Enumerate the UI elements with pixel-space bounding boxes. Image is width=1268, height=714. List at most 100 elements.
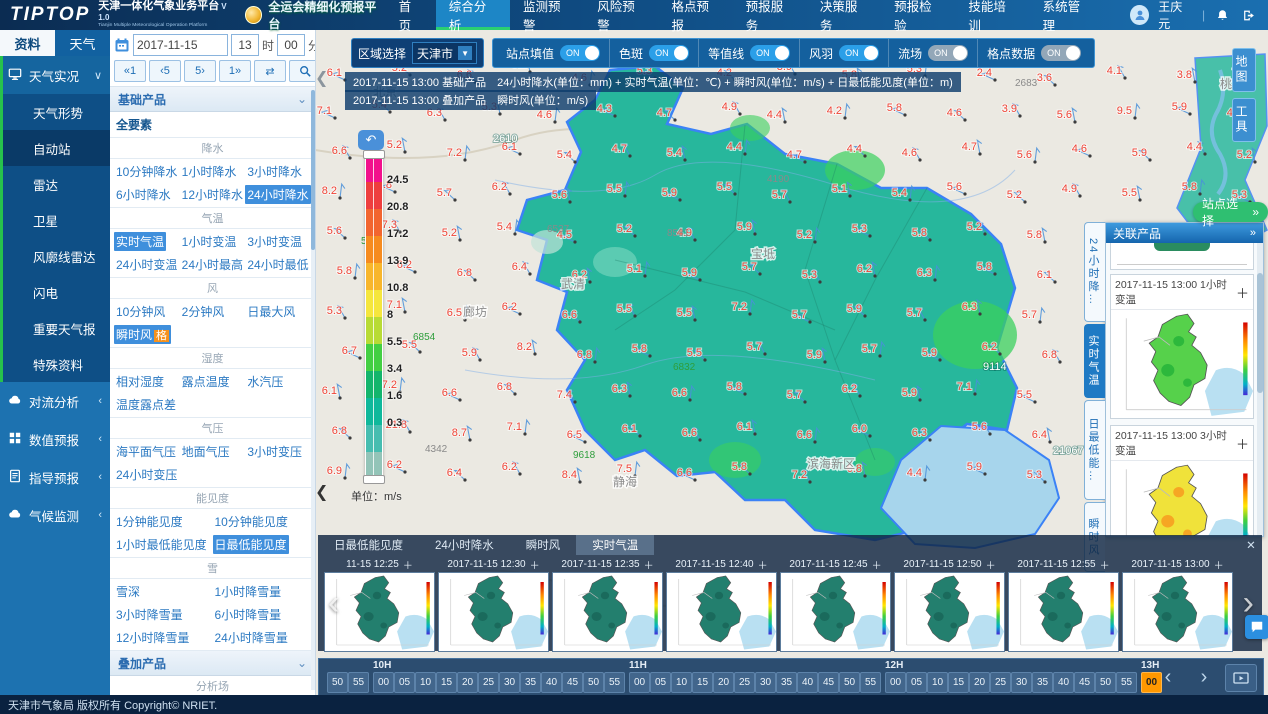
sidebar-group-row-指导预报[interactable]: 指导预报 ‹: [0, 458, 110, 496]
time-cell-33[interactable]: 35: [1032, 672, 1053, 693]
related-card[interactable]: 2017-11-15 13:00 3小时变温 ＋: [1110, 425, 1254, 536]
sidebar-item-雷达[interactable]: 雷达: [3, 166, 110, 202]
time-cell-17[interactable]: 15: [692, 672, 713, 693]
time-cell-4[interactable]: 10: [415, 672, 436, 693]
toggle-switch-流场[interactable]: ON: [928, 45, 968, 61]
product-item-24小时变压[interactable]: 24小时变压: [114, 465, 179, 484]
thumbnail-tab-24小时降水[interactable]: 24小时降水: [419, 535, 510, 555]
time-cell-23[interactable]: 45: [818, 672, 839, 693]
sidebar-item-特殊资料[interactable]: 特殊资料: [3, 346, 110, 382]
product-item-24小时最低[interactable]: 24小时最低: [245, 255, 310, 274]
strip-prev-arrow[interactable]: ‹: [328, 573, 339, 633]
timeline-thumbnail[interactable]: 2017-11-15 12:50＋: [894, 557, 1005, 652]
product-item-瞬时风[interactable]: 瞬时风格: [114, 325, 171, 344]
element-tab-实时气温[interactable]: 实时气温: [1084, 324, 1105, 398]
nav-item-首页[interactable]: 首页: [386, 0, 436, 30]
sidebar-item-重要天气报[interactable]: 重要天气报: [3, 310, 110, 346]
product-item-1小时降水[interactable]: 1小时降水: [180, 162, 239, 181]
time-cell-2[interactable]: 00: [373, 672, 394, 693]
close-icon[interactable]: ✕: [1240, 535, 1262, 555]
time-step-«1[interactable]: «1: [114, 60, 146, 82]
time-cell-26[interactable]: 00: [885, 672, 906, 693]
calendar-icon[interactable]: [114, 36, 130, 54]
sidebar-item-天气形势[interactable]: 天气形势: [3, 94, 110, 130]
panel-collapse-arrow-bottom[interactable]: ❮: [315, 482, 328, 502]
add-icon[interactable]: ＋: [986, 557, 996, 572]
product-item-3小时降水[interactable]: 3小时降水: [245, 162, 304, 181]
time-cell-27[interactable]: 05: [906, 672, 927, 693]
map-corner-button-工具[interactable]: 工具: [1232, 98, 1256, 142]
time-cell-14[interactable]: 00: [629, 672, 650, 693]
product-group-header-基础产品[interactable]: 基础产品⌄: [110, 87, 315, 112]
time-cell-29[interactable]: 15: [948, 672, 969, 693]
element-tab-24小时降…[interactable]: 24小时降…: [1084, 222, 1105, 322]
related-card-partial[interactable]: [1110, 243, 1254, 270]
timeline-thumbnail[interactable]: 2017-11-15 12:45＋: [780, 557, 891, 652]
timeline-thumbnail[interactable]: 2017-11-15 13:00＋: [1122, 557, 1233, 652]
sidebar-item-自动站[interactable]: 自动站: [3, 130, 110, 166]
time-cell-34[interactable]: 40: [1053, 672, 1074, 693]
notification-bell-icon[interactable]: [1214, 6, 1231, 24]
map-corner-button-地图[interactable]: 地图: [1232, 48, 1256, 92]
product-item-地面气压[interactable]: 地面气压: [180, 442, 232, 461]
product-item-水汽压[interactable]: 水汽压: [245, 372, 285, 391]
product-item-6小时降水[interactable]: 6小时降水: [114, 185, 173, 204]
time-step-1»[interactable]: 1»: [219, 60, 251, 82]
loop-icon[interactable]: ⇄: [254, 60, 286, 82]
product-item-10分钟降水[interactable]: 10分钟降水: [114, 162, 179, 181]
product-item-1小时最低能见度[interactable]: 1小时最低能见度: [114, 535, 209, 554]
product-item-1小时降雪量[interactable]: 1小时降雪量: [213, 582, 284, 601]
time-cell-10[interactable]: 40: [541, 672, 562, 693]
time-cell-36[interactable]: 50: [1095, 672, 1116, 693]
time-cell-21[interactable]: 35: [776, 672, 797, 693]
add-icon[interactable]: ＋: [1236, 283, 1249, 302]
product-item-24小时降雪量[interactable]: 24小时降雪量: [213, 628, 290, 647]
time-cell-20[interactable]: 30: [755, 672, 776, 693]
related-card-thumbnail[interactable]: [1111, 309, 1253, 418]
related-card[interactable]: 2017-11-15 13:00 1小时变温 ＋: [1110, 274, 1254, 419]
product-link-全要素[interactable]: 全要素: [110, 112, 315, 138]
avatar[interactable]: [1130, 5, 1149, 25]
nav-item-预报检验[interactable]: 预报检验: [881, 0, 955, 30]
product-item-海平面气压[interactable]: 海平面气压: [114, 442, 178, 461]
nav-item-格点预报[interactable]: 格点预报: [658, 0, 732, 30]
timeline-thumbnail[interactable]: 2017-11-15 12:30＋: [438, 557, 549, 652]
product-panel-scrollbar[interactable]: [311, 90, 315, 690]
sidebar-item-风廓线雷达[interactable]: 风廓线雷达: [3, 238, 110, 274]
thumbnail-tab-瞬时风[interactable]: 瞬时风: [510, 535, 577, 555]
sidebar-tab-资料[interactable]: 资料: [0, 30, 55, 56]
element-tab-日最低能…[interactable]: 日最低能…: [1084, 400, 1105, 500]
timeline-thumbnail[interactable]: 2017-11-15 12:40＋: [666, 557, 777, 652]
time-cell-28[interactable]: 10: [927, 672, 948, 693]
sidebar-group-row-气候监测[interactable]: 气候监测 ‹: [0, 496, 110, 534]
timeline-prev-arrow[interactable]: ‹: [1153, 665, 1183, 689]
time-cell-31[interactable]: 25: [990, 672, 1011, 693]
collapse-arrows-icon[interactable]: »: [1250, 227, 1256, 239]
user-name[interactable]: 王庆元: [1158, 0, 1193, 32]
product-item-10分钟风[interactable]: 10分钟风: [114, 302, 167, 321]
station-select-button[interactable]: 站点选择 »: [1193, 202, 1268, 222]
time-cell-37[interactable]: 55: [1116, 672, 1137, 693]
product-item-日最低能见度[interactable]: 日最低能见度: [213, 535, 289, 554]
timeline-thumbnail[interactable]: 2017-11-15 12:35＋: [552, 557, 663, 652]
add-icon[interactable]: ＋: [403, 557, 413, 572]
related-panel-scrollbar[interactable]: [1257, 243, 1263, 536]
nav-item-综合分析[interactable]: 综合分析: [436, 0, 510, 30]
time-cell-13[interactable]: 55: [604, 672, 625, 693]
add-icon[interactable]: ＋: [872, 557, 882, 572]
timeline-thumbnail[interactable]: 11-15 12:25＋: [324, 557, 435, 652]
time-cell-8[interactable]: 30: [499, 672, 520, 693]
time-cell-0[interactable]: 50: [327, 672, 348, 693]
sidebar-item-卫星[interactable]: 卫星: [3, 202, 110, 238]
logout-icon[interactable]: [1241, 6, 1258, 24]
time-cell-35[interactable]: 45: [1074, 672, 1095, 693]
time-cell-11[interactable]: 45: [562, 672, 583, 693]
add-icon[interactable]: ＋: [758, 557, 768, 572]
product-group-header-叠加产品[interactable]: 叠加产品⌄: [110, 651, 315, 676]
add-icon[interactable]: ＋: [1236, 434, 1249, 453]
product-item-实时气温[interactable]: 实时气温: [114, 232, 166, 251]
thumbnail-tab-实时气温[interactable]: 实时气温: [576, 535, 654, 555]
product-item-24小时降水[interactable]: 24小时降水: [245, 185, 310, 204]
nav-item-系统管理[interactable]: 系统管理: [1030, 0, 1104, 30]
time-cell-3[interactable]: 05: [394, 672, 415, 693]
